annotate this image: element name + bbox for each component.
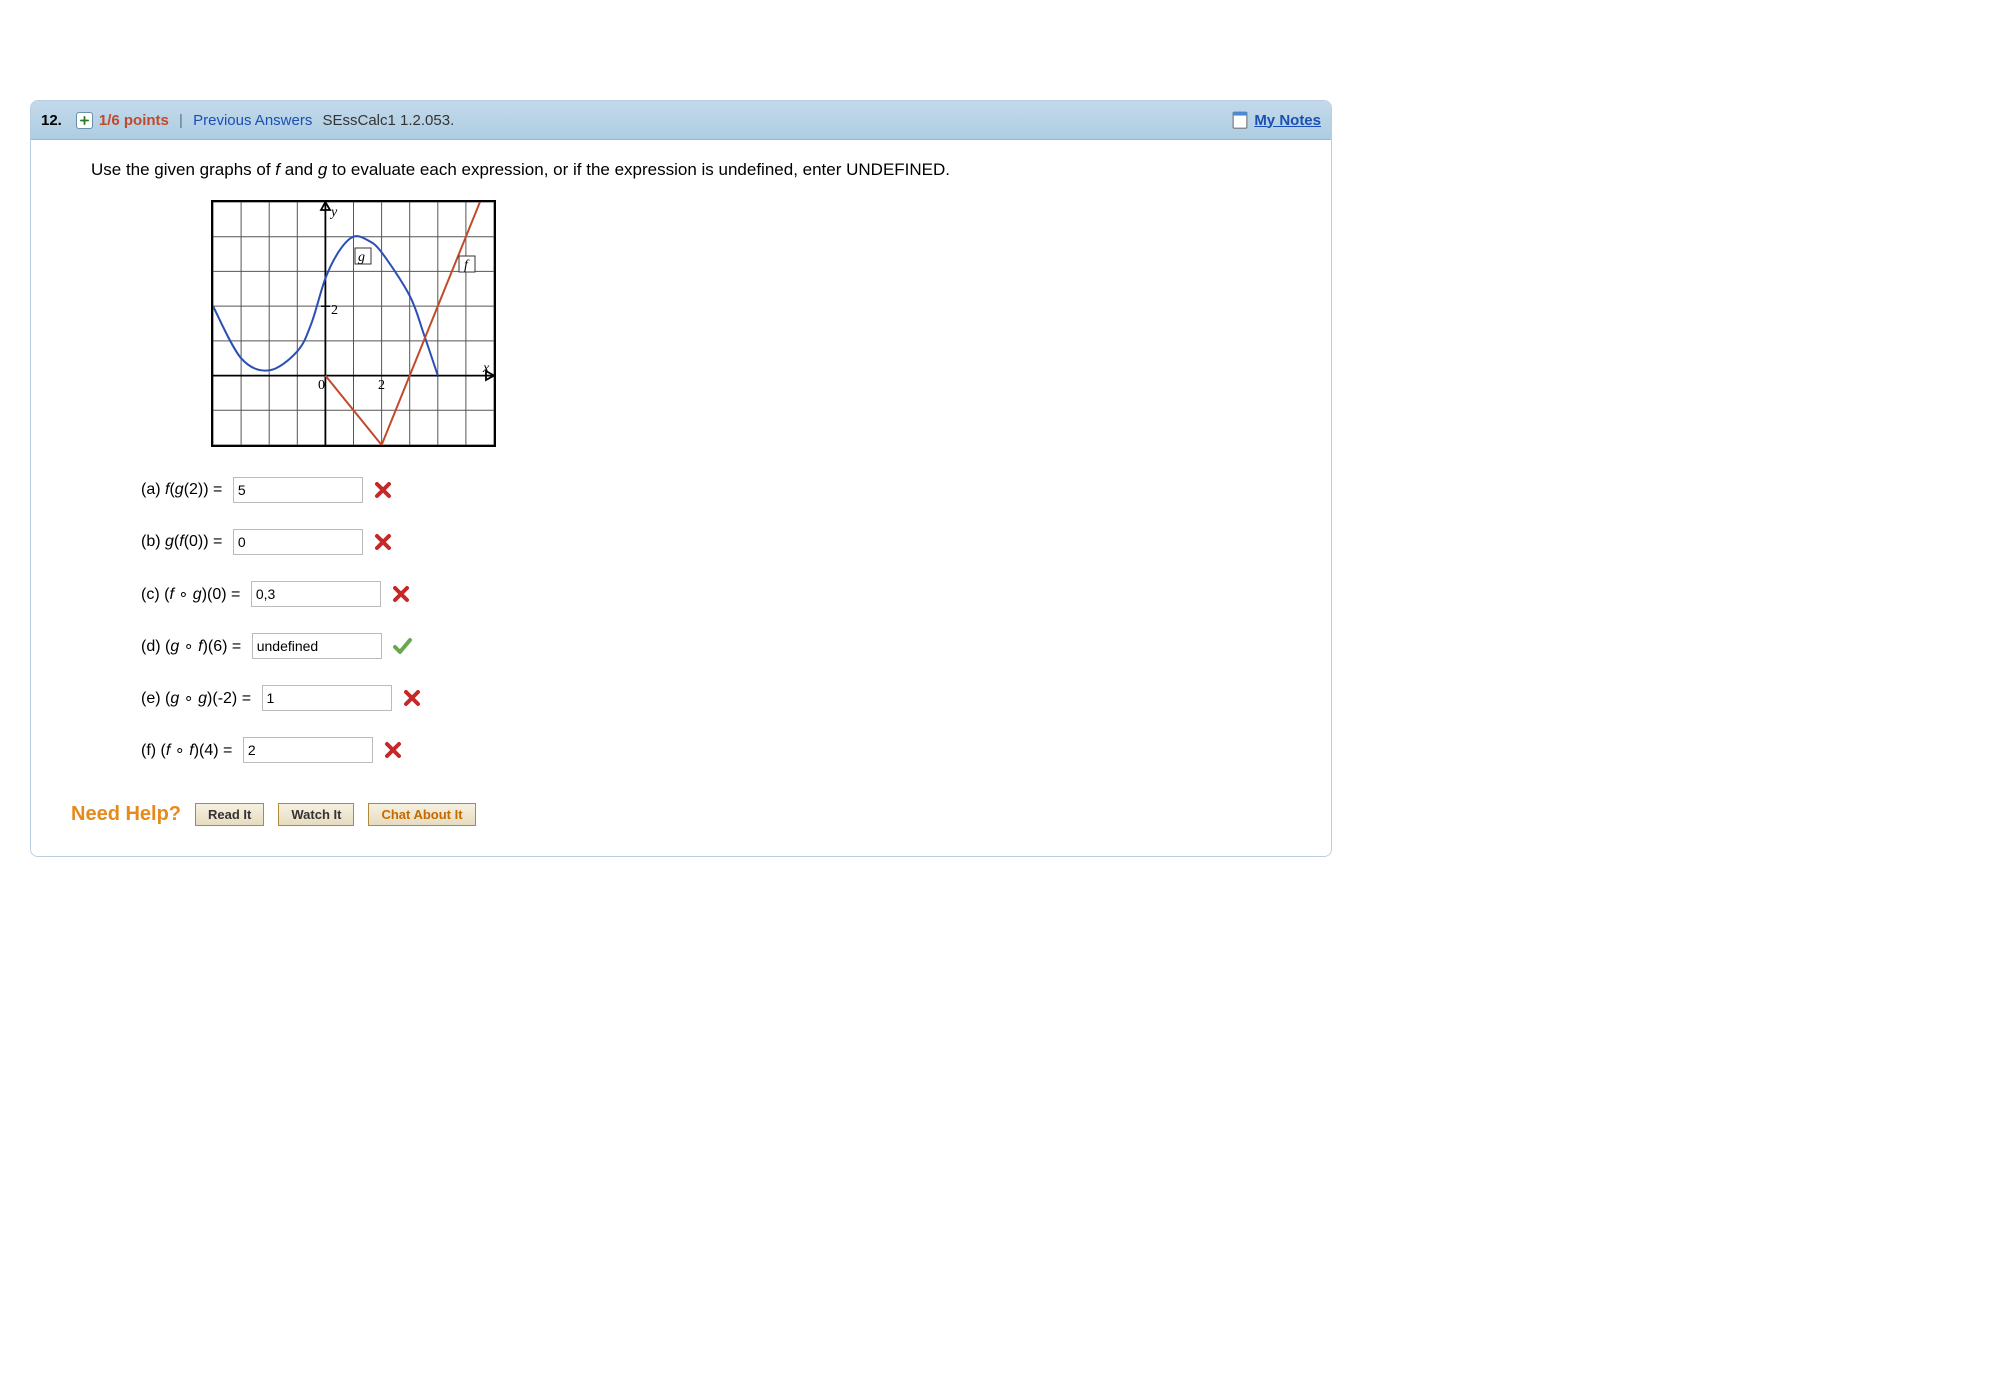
part-e-input[interactable] bbox=[262, 685, 392, 711]
part-a: (a) f(g(2)) = bbox=[141, 477, 1307, 503]
correct-icon bbox=[392, 636, 412, 656]
part-a-label: (a) f(g(2)) = bbox=[141, 481, 227, 499]
incorrect-icon bbox=[383, 740, 403, 760]
part-b: (b) g(f(0)) = bbox=[141, 529, 1307, 555]
watch-it-button[interactable]: Watch It bbox=[278, 803, 354, 826]
question-number: 12. bbox=[41, 112, 76, 129]
question-header: 12. 1/6 points | Previous Answers SEssCa… bbox=[31, 101, 1331, 140]
separator: | bbox=[169, 112, 193, 129]
svg-text:2: 2 bbox=[331, 303, 338, 318]
incorrect-icon bbox=[373, 532, 393, 552]
instruction-text: Use the given graphs of f and g to evalu… bbox=[91, 160, 1307, 180]
question-box: 12. 1/6 points | Previous Answers SEssCa… bbox=[30, 100, 1332, 857]
graph: 0 2 2 y x g f bbox=[211, 200, 1307, 447]
points-label: 1/6 points bbox=[99, 112, 169, 129]
part-e: (e) (g ∘ g)(-2) = bbox=[141, 685, 1307, 711]
incorrect-icon bbox=[391, 584, 411, 604]
svg-text:0: 0 bbox=[318, 378, 325, 393]
part-e-label: (e) (g ∘ g)(-2) = bbox=[141, 688, 256, 708]
part-f: (f) (f ∘ f)(4) = bbox=[141, 737, 1307, 763]
chat-about-it-button[interactable]: Chat About It bbox=[368, 803, 475, 826]
part-f-input[interactable] bbox=[243, 737, 373, 763]
question-code: SEssCalc1 1.2.053. bbox=[312, 112, 454, 129]
part-d-input[interactable] bbox=[252, 633, 382, 659]
svg-text:y: y bbox=[329, 205, 338, 220]
part-b-label: (b) g(f(0)) = bbox=[141, 533, 227, 551]
incorrect-icon bbox=[373, 480, 393, 500]
part-d-label: (d) (g ∘ f)(6) = bbox=[141, 636, 246, 656]
part-c-label: (c) (f ∘ g)(0) = bbox=[141, 584, 245, 604]
incorrect-icon bbox=[402, 688, 422, 708]
part-a-input[interactable] bbox=[233, 477, 363, 503]
previous-answers-link[interactable]: Previous Answers bbox=[193, 112, 312, 129]
part-b-input[interactable] bbox=[233, 529, 363, 555]
part-f-label: (f) (f ∘ f)(4) = bbox=[141, 740, 237, 760]
need-help-label: Need Help? bbox=[71, 803, 181, 826]
my-notes-link[interactable]: My Notes bbox=[1254, 112, 1321, 129]
part-c-input[interactable] bbox=[251, 581, 381, 607]
svg-text:2: 2 bbox=[378, 378, 385, 393]
part-c: (c) (f ∘ g)(0) = bbox=[141, 581, 1307, 607]
svg-text:x: x bbox=[482, 361, 490, 376]
expand-icon[interactable] bbox=[76, 112, 93, 129]
need-help: Need Help? Read It Watch It Chat About I… bbox=[71, 803, 1307, 826]
read-it-button[interactable]: Read It bbox=[195, 803, 264, 826]
answer-parts: (a) f(g(2)) = (b) g(f(0)) = (c) (f ∘ g)(… bbox=[141, 477, 1307, 763]
question-body: Use the given graphs of f and g to evalu… bbox=[31, 140, 1331, 856]
part-d: (d) (g ∘ f)(6) = bbox=[141, 633, 1307, 659]
notes-icon[interactable] bbox=[1232, 111, 1248, 129]
svg-text:g: g bbox=[358, 250, 365, 265]
